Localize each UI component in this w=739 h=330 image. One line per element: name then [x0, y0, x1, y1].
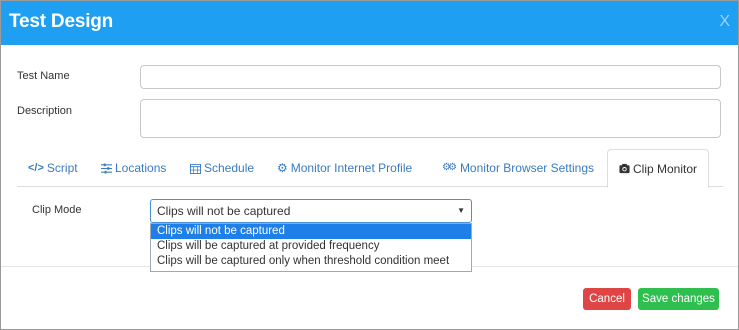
tab-label: Schedule [204, 161, 255, 175]
clip-mode-options-list: Clips will not be captured Clips will be… [150, 223, 472, 272]
test-name-input[interactable] [140, 65, 721, 89]
clip-mode-option[interactable]: Clips will be captured at provided frequ… [151, 239, 471, 254]
camera-icon [619, 163, 630, 174]
sliders-icon [101, 162, 112, 174]
tab-monitor-browser-settings[interactable]: ⚙⚙ Monitor Browser Settings [442, 149, 594, 187]
close-icon[interactable]: X [719, 13, 730, 31]
tab-monitor-internet-profile[interactable]: ⚙ Monitor Internet Profile [277, 149, 412, 187]
tab-label: Monitor Internet Profile [290, 161, 413, 175]
clip-mode-option[interactable]: Clips will not be captured [151, 224, 471, 239]
clip-mode-option[interactable]: Clips will be captured only when thresho… [151, 254, 471, 269]
tab-label: Script [46, 161, 78, 175]
description-textarea[interactable] [140, 99, 721, 138]
tab-label: Locations [115, 161, 167, 175]
tab-bar: </> Script Locations Schedule ⚙ Monitor … [17, 149, 723, 188]
cancel-button[interactable]: Cancel [583, 288, 631, 310]
gear-icon: ⚙ [277, 161, 288, 175]
tab-clip-monitor[interactable]: Clip Monitor [607, 149, 710, 188]
description-label: Description [17, 105, 73, 117]
tab-script[interactable]: </> Script [28, 149, 78, 187]
clip-mode-label: Clip Mode [32, 204, 82, 216]
tab-label: Monitor Browser Settings [459, 161, 594, 175]
clip-mode-select[interactable]: Clips will not be captured ▼ [150, 199, 472, 223]
gears-icon: ⚙⚙ [442, 162, 457, 173]
save-changes-button[interactable]: Save changes [638, 288, 719, 310]
dialog-title: Test Design [9, 11, 114, 32]
test-name-label: Test Name [17, 70, 70, 82]
dialog-header: Test Design X [1, 1, 738, 45]
calendar-icon [190, 163, 201, 174]
tab-label: Clip Monitor [633, 161, 698, 176]
code-icon: </> [28, 162, 44, 174]
dropdown-arrow-icon[interactable]: ▼ [457, 200, 465, 222]
tab-locations[interactable]: Locations [101, 149, 166, 187]
tab-schedule[interactable]: Schedule [190, 149, 254, 187]
test-design-dialog: Test Design X Test Name Description </> … [0, 0, 739, 330]
clip-mode-selected-value: Clips will not be captured [157, 204, 291, 218]
